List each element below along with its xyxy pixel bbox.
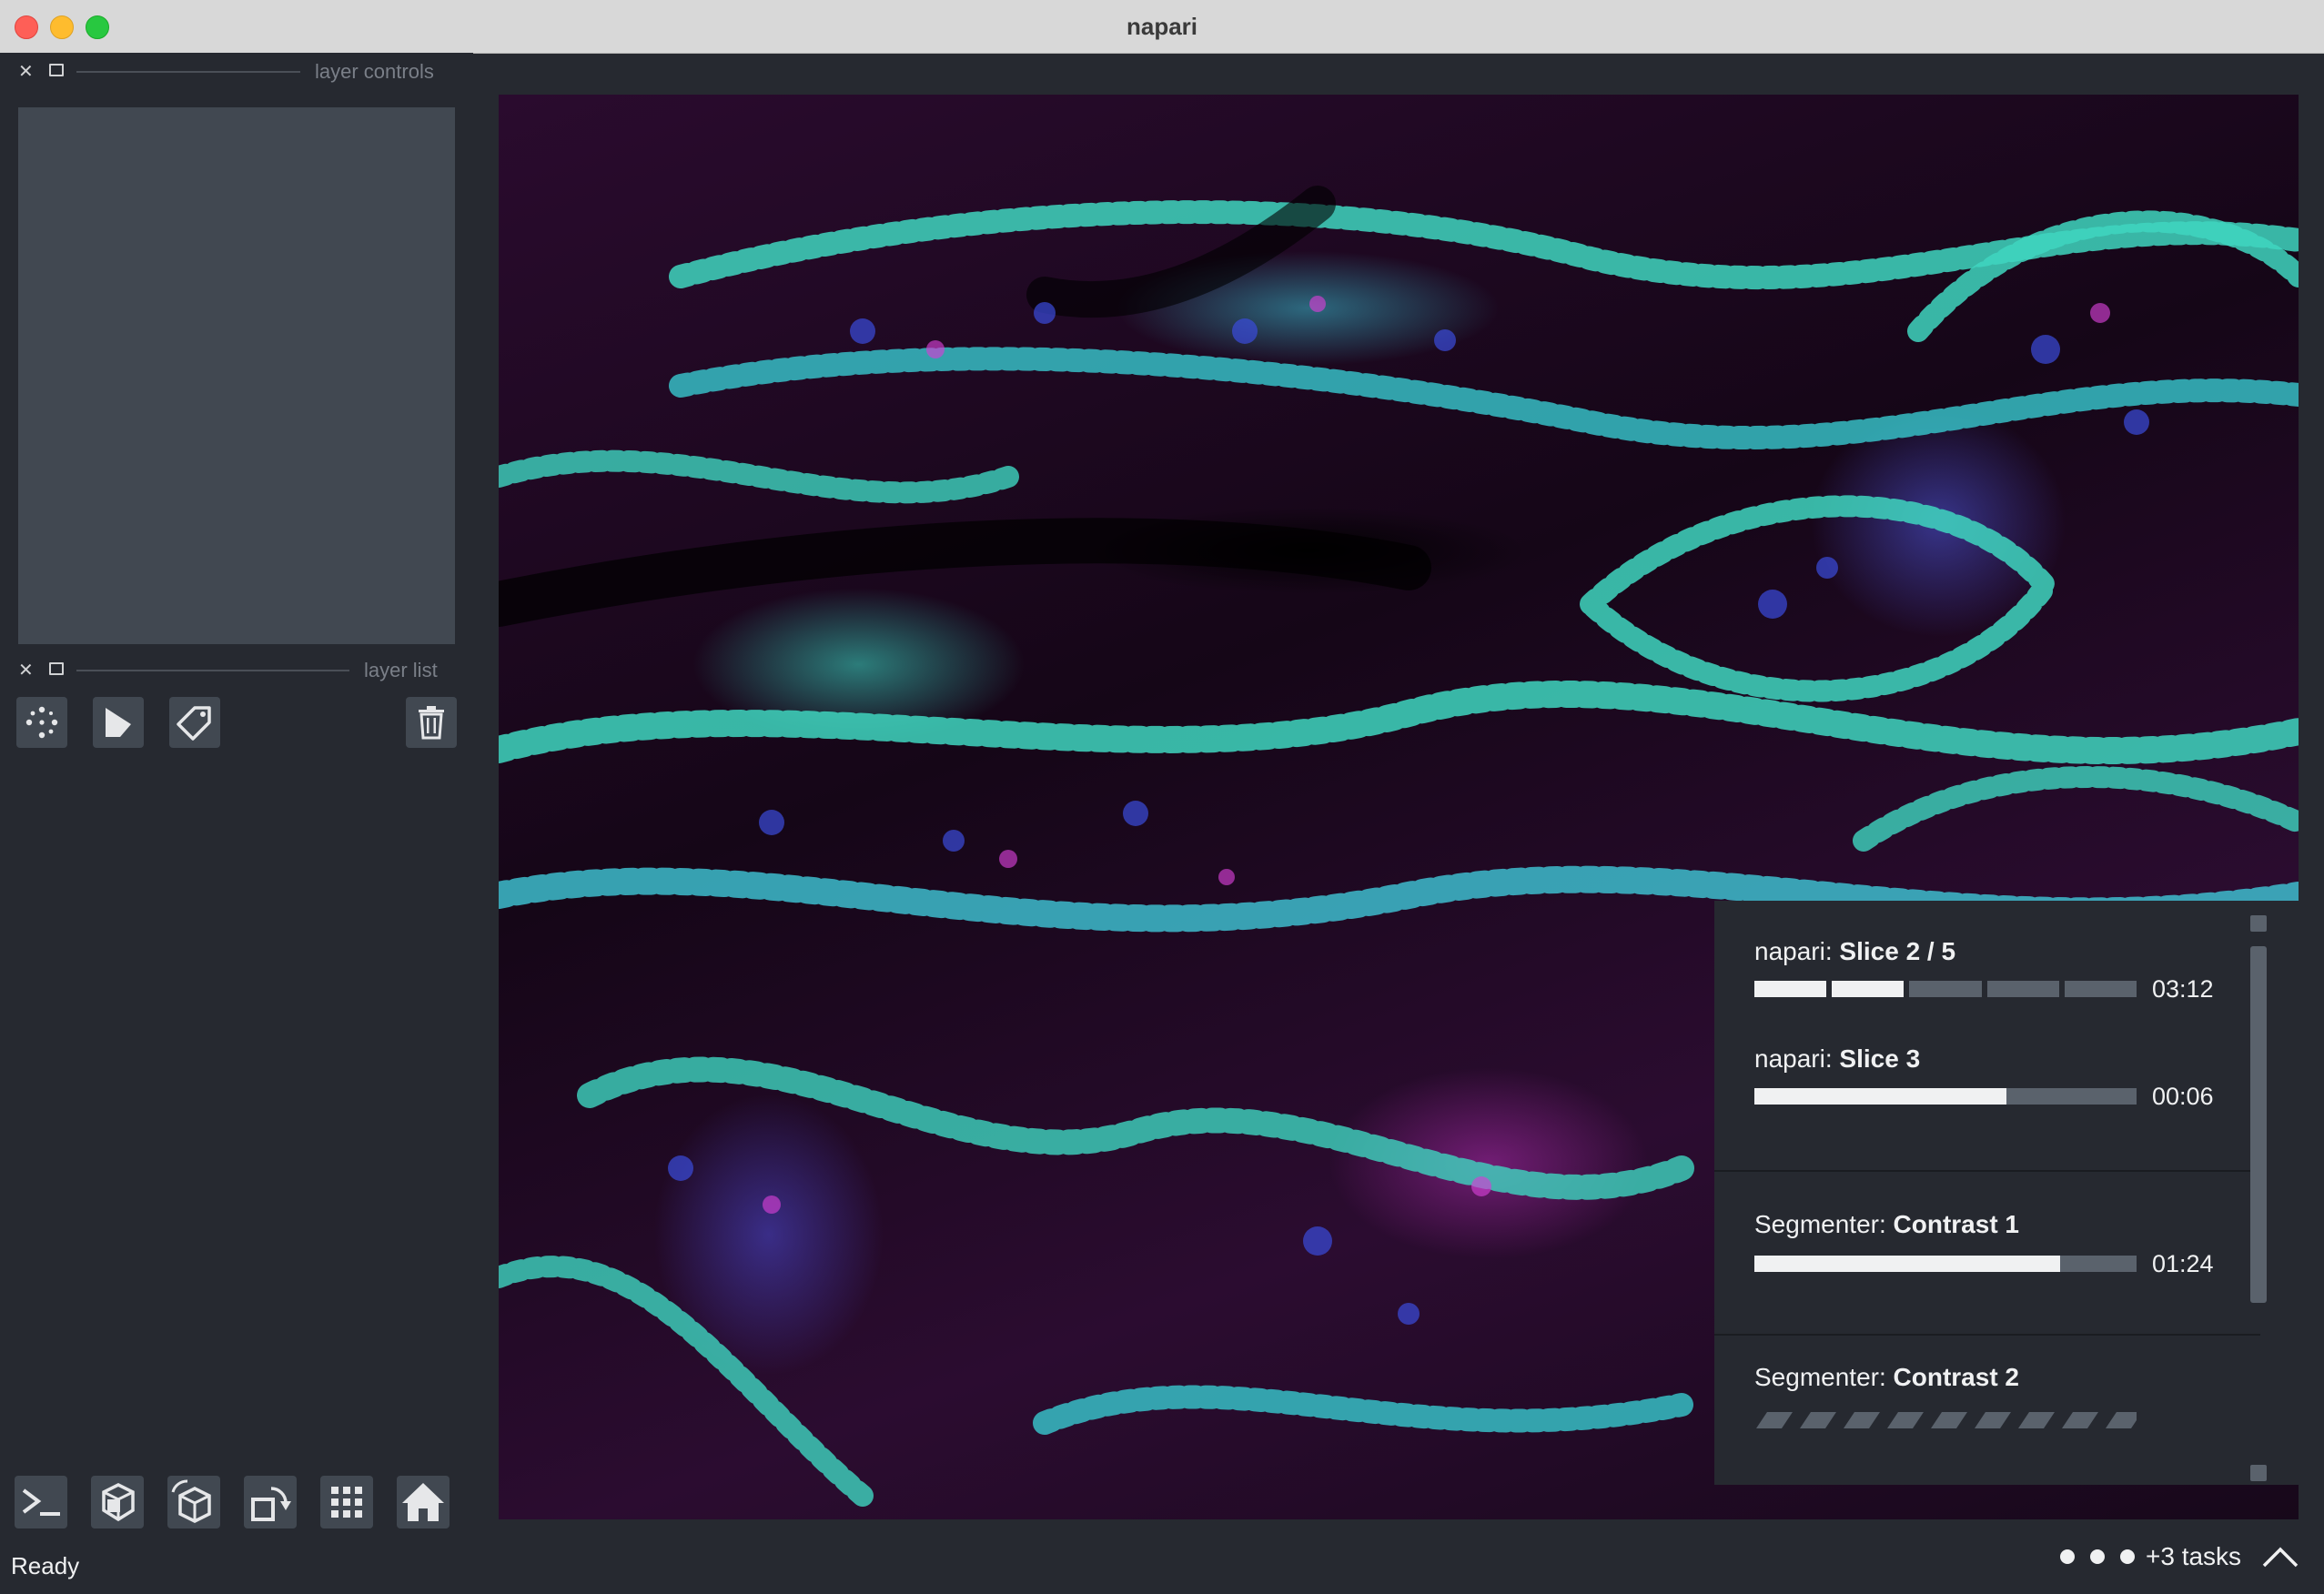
progress-stripe: [1975, 1412, 2011, 1428]
activity-indicator-dot: [2060, 1549, 2075, 1564]
layer-controls-title: layer controls: [315, 60, 434, 83]
progress-stripe: [2106, 1412, 2137, 1428]
status-text: Ready: [11, 1552, 80, 1579]
activity-scroll-handle[interactable]: [2250, 946, 2267, 1303]
task-label: napari: Slice 2 / 5: [1754, 937, 1956, 965]
progress-stripe: [2018, 1412, 2055, 1428]
activity-dialog: napari: Slice 2 / 5 03:12 napari: Slice …: [1714, 901, 2299, 1485]
layer-list-title: layer list: [364, 659, 438, 681]
window-title: napari: [1126, 13, 1198, 40]
home-icon: [402, 1483, 444, 1521]
console-button[interactable]: [15, 1476, 67, 1528]
left-dock-area: ✕ layer controls ✕ layer list: [0, 53, 473, 1594]
dock-float-icon[interactable]: [49, 64, 64, 76]
dock-close-icon[interactable]: ✕: [18, 659, 34, 681]
shapes-icon: [106, 708, 131, 737]
ndisplay-button[interactable]: [91, 1476, 144, 1528]
tasks-count-button[interactable]: +3 tasks: [2146, 1542, 2241, 1571]
activity-indicator-dot: [2120, 1549, 2135, 1564]
task-item: Segmenter: Contrast 2: [1714, 1336, 2260, 1481]
progress-fill: [1754, 1088, 2007, 1105]
new-labels-layer-button[interactable]: [169, 697, 220, 748]
progress-step-done: [1832, 981, 1905, 997]
task-label: napari: Slice 3: [1754, 1044, 1921, 1073]
scroll-up-arrow[interactable]: [2250, 915, 2267, 932]
layer-list-dock-titlebar: ✕ layer list: [0, 651, 473, 688]
progress-stripe: [1844, 1412, 1880, 1428]
transpose-button[interactable]: [244, 1476, 297, 1528]
new-shapes-layer-button[interactable]: [93, 697, 144, 748]
grid-icon: [331, 1487, 362, 1518]
reset-view-button[interactable]: [397, 1476, 450, 1528]
labels-tag-icon: [177, 706, 211, 741]
task-progress-indeterminate: [1756, 1412, 2137, 1428]
progress-step-pending: [2064, 981, 2137, 997]
progress-stripe: [1887, 1412, 1924, 1428]
task-time: 00:06: [2152, 1083, 2214, 1110]
progress-stripe: [1931, 1412, 1967, 1428]
progress-step-pending: [1986, 981, 2059, 997]
task-time: 01:24: [2152, 1250, 2214, 1277]
task-label: Segmenter: Contrast 1: [1754, 1210, 2019, 1238]
progress-fill: [1754, 1256, 2060, 1272]
cube-icon: [171, 1479, 211, 1523]
console-icon: [22, 1488, 60, 1516]
layer-controls-panel: [18, 107, 455, 644]
scroll-down-arrow[interactable]: [2250, 1465, 2267, 1481]
dock-close-icon[interactable]: ✕: [18, 60, 34, 83]
task-label: Segmenter: Contrast 2: [1754, 1363, 2019, 1391]
transpose-icon: [251, 1487, 291, 1521]
progress-stripe: [1800, 1412, 1836, 1428]
grid-view-button[interactable]: [320, 1476, 373, 1528]
progress-step-pending: [1909, 981, 1982, 997]
task-item: napari: Slice 2 / 5 03:12 napari: Slice …: [1714, 901, 2260, 1174]
layer-controls-dock-titlebar: ✕ layer controls: [0, 53, 473, 89]
title-bar: napari: [0, 0, 2324, 54]
chevron-up-icon[interactable]: [2260, 1544, 2300, 1571]
progress-step-done: [1754, 981, 1827, 997]
progress-stripe: [2062, 1412, 2098, 1428]
task-item: Segmenter: Contrast 1 01:24: [1714, 1172, 2260, 1336]
dock-divider: [76, 670, 349, 671]
dock-divider: [76, 71, 300, 73]
delete-layer-button[interactable]: [406, 697, 457, 748]
activity-indicator-dot: [2090, 1549, 2105, 1564]
trash-icon: [419, 706, 444, 740]
points-icon: [25, 706, 58, 739]
roll-dims-button[interactable]: [167, 1476, 220, 1528]
task-time: 03:12: [2152, 975, 2214, 1003]
new-points-layer-button[interactable]: [16, 697, 67, 748]
dock-float-icon[interactable]: [49, 662, 64, 675]
2d-3d-icon: [102, 1483, 135, 1522]
progress-stripe: [1756, 1412, 1793, 1428]
